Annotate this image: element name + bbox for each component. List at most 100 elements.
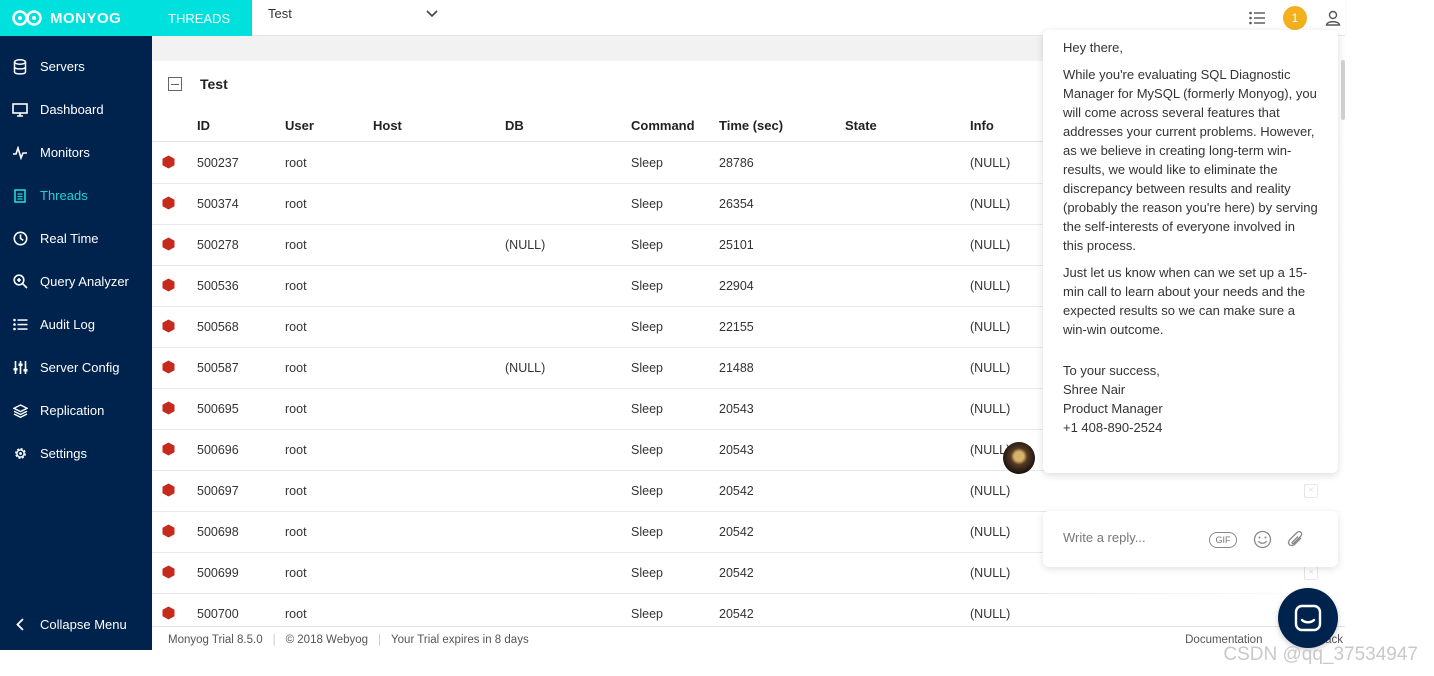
sidebar: Servers Dashboard Monitors Threads Real … — [0, 36, 152, 650]
server-select-value: Test — [268, 6, 292, 21]
footer: Monyog Trial 8.5.0 | © 2018 Webyog | You… — [152, 626, 1345, 650]
cell-command: Sleep — [631, 525, 663, 539]
gear-icon — [0, 446, 40, 461]
task-list-icon[interactable] — [1249, 11, 1265, 25]
sidebar-item-label: Monitors — [40, 145, 90, 160]
collapse-menu-button[interactable]: Collapse Menu — [0, 604, 152, 644]
database-icon — [0, 58, 40, 75]
chat-scrollbar[interactable] — [1341, 60, 1345, 120]
brand-name: MONYOG — [50, 9, 122, 27]
status-critical-icon — [162, 606, 175, 620]
user-icon[interactable] — [1325, 10, 1341, 26]
server-select[interactable]: Test — [268, 6, 438, 21]
cell-user: root — [285, 279, 307, 293]
sidebar-item-replication[interactable]: Replication — [0, 389, 152, 432]
cell-user: root — [285, 320, 307, 334]
cell-info: (NULL) — [970, 197, 1011, 211]
chat-paragraph: While you're evaluating SQL Diagnostic M… — [1063, 67, 1318, 253]
cell-command: Sleep — [631, 402, 663, 416]
avatar — [1003, 442, 1035, 474]
chat-greeting: Hey there, — [1063, 40, 1123, 55]
column-header-info[interactable]: Info — [970, 118, 994, 133]
cell-user: root — [285, 484, 307, 498]
cell-command: Sleep — [631, 197, 663, 211]
sidebar-item-label: Real Time — [40, 231, 99, 246]
cell-command: Sleep — [631, 607, 663, 621]
cell-command: Sleep — [631, 361, 663, 375]
cell-command: Sleep — [631, 320, 663, 334]
chevron-down-icon — [426, 9, 438, 17]
document-icon — [0, 188, 40, 203]
monitor-icon — [0, 102, 40, 117]
sidebar-item-label: Server Config — [40, 360, 120, 375]
cell-time: 22155 — [719, 320, 754, 334]
column-header-state[interactable]: State — [845, 118, 877, 133]
search-zoom-icon — [0, 274, 40, 289]
cell-time: 28786 — [719, 156, 754, 170]
status-critical-icon — [162, 155, 175, 169]
chat-reply-input[interactable]: Write a reply... GIF — [1043, 511, 1338, 567]
cell-user: root — [285, 525, 307, 539]
attachment-icon[interactable] — [1287, 530, 1305, 549]
cell-user: root — [285, 361, 307, 375]
footer-copyright: © 2018 Webyog — [285, 634, 369, 646]
cell-id: 500237 — [197, 156, 239, 170]
cell-id: 500697 — [197, 484, 239, 498]
cell-user: root — [285, 443, 307, 457]
cell-id: 500374 — [197, 197, 239, 211]
chat-sender-role: Product Manager — [1063, 401, 1163, 416]
section-tab-threads[interactable]: THREADS — [152, 0, 252, 36]
reply-placeholder: Write a reply... — [1063, 530, 1146, 545]
cell-command: Sleep — [631, 566, 663, 580]
chat-signoff: To your success, — [1063, 363, 1160, 378]
cell-time: 20543 — [719, 443, 754, 457]
cell-id: 500695 — [197, 402, 239, 416]
cell-time: 20542 — [719, 525, 754, 539]
list-icon — [0, 318, 40, 331]
footer-divider: | — [272, 634, 276, 646]
panel-header: Test — [168, 76, 228, 92]
cell-info: (NULL) — [970, 566, 1011, 580]
status-critical-icon — [162, 237, 175, 251]
sidebar-item-label: Servers — [40, 59, 85, 74]
sidebar-item-settings[interactable]: Settings — [0, 432, 152, 475]
sidebar-item-query-analyzer[interactable]: Query Analyzer — [0, 260, 152, 303]
collapse-menu-label: Collapse Menu — [40, 616, 127, 632]
cell-db: (NULL) — [505, 361, 546, 375]
cell-info: (NULL) — [970, 484, 1011, 498]
notification-badge[interactable]: 1 — [1283, 6, 1307, 30]
sidebar-item-servers[interactable]: Servers — [0, 45, 152, 88]
sidebar-item-real-time[interactable]: Real Time — [0, 217, 152, 260]
cell-command: Sleep — [631, 156, 663, 170]
cell-time: 25101 — [719, 238, 754, 252]
sidebar-item-audit-log[interactable]: Audit Log — [0, 303, 152, 346]
sidebar-item-monitors[interactable]: Monitors — [0, 131, 152, 174]
watermark: CSDN @qq_37534947 — [1223, 644, 1418, 665]
emoji-icon[interactable] — [1253, 530, 1272, 549]
sidebar-item-label: Replication — [40, 403, 105, 418]
chat-launcher-button[interactable] — [1278, 588, 1338, 648]
cell-time: 20542 — [719, 566, 754, 580]
sidebar-item-label: Dashboard — [40, 102, 104, 117]
footer-info: Monyog Trial 8.5.0 | © 2018 Webyog | You… — [168, 634, 529, 646]
status-critical-icon — [162, 196, 175, 210]
cell-db: (NULL) — [505, 238, 546, 252]
gif-icon[interactable]: GIF — [1209, 532, 1237, 548]
sliders-icon — [0, 360, 40, 375]
clock-icon — [0, 231, 40, 246]
column-header-host[interactable]: Host — [373, 118, 402, 133]
column-header-id[interactable]: ID — [197, 118, 210, 133]
sidebar-item-threads[interactable]: Threads — [0, 174, 152, 217]
collapse-panel-button[interactable] — [168, 77, 182, 91]
column-header-time[interactable]: Time (sec) — [719, 118, 783, 133]
status-critical-icon — [162, 442, 175, 456]
column-header-command[interactable]: Command — [631, 118, 695, 133]
brand-header[interactable]: MONYOG — [0, 0, 152, 36]
column-header-db[interactable]: DB — [505, 118, 524, 133]
sidebar-item-dashboard[interactable]: Dashboard — [0, 88, 152, 131]
cell-id: 500696 — [197, 443, 239, 457]
chat-paragraph: Just let us know when can we set up a 15… — [1063, 265, 1308, 337]
sidebar-item-server-config[interactable]: Server Config — [0, 346, 152, 389]
column-header-user[interactable]: User — [285, 118, 314, 133]
cell-info: (NULL) — [970, 156, 1011, 170]
